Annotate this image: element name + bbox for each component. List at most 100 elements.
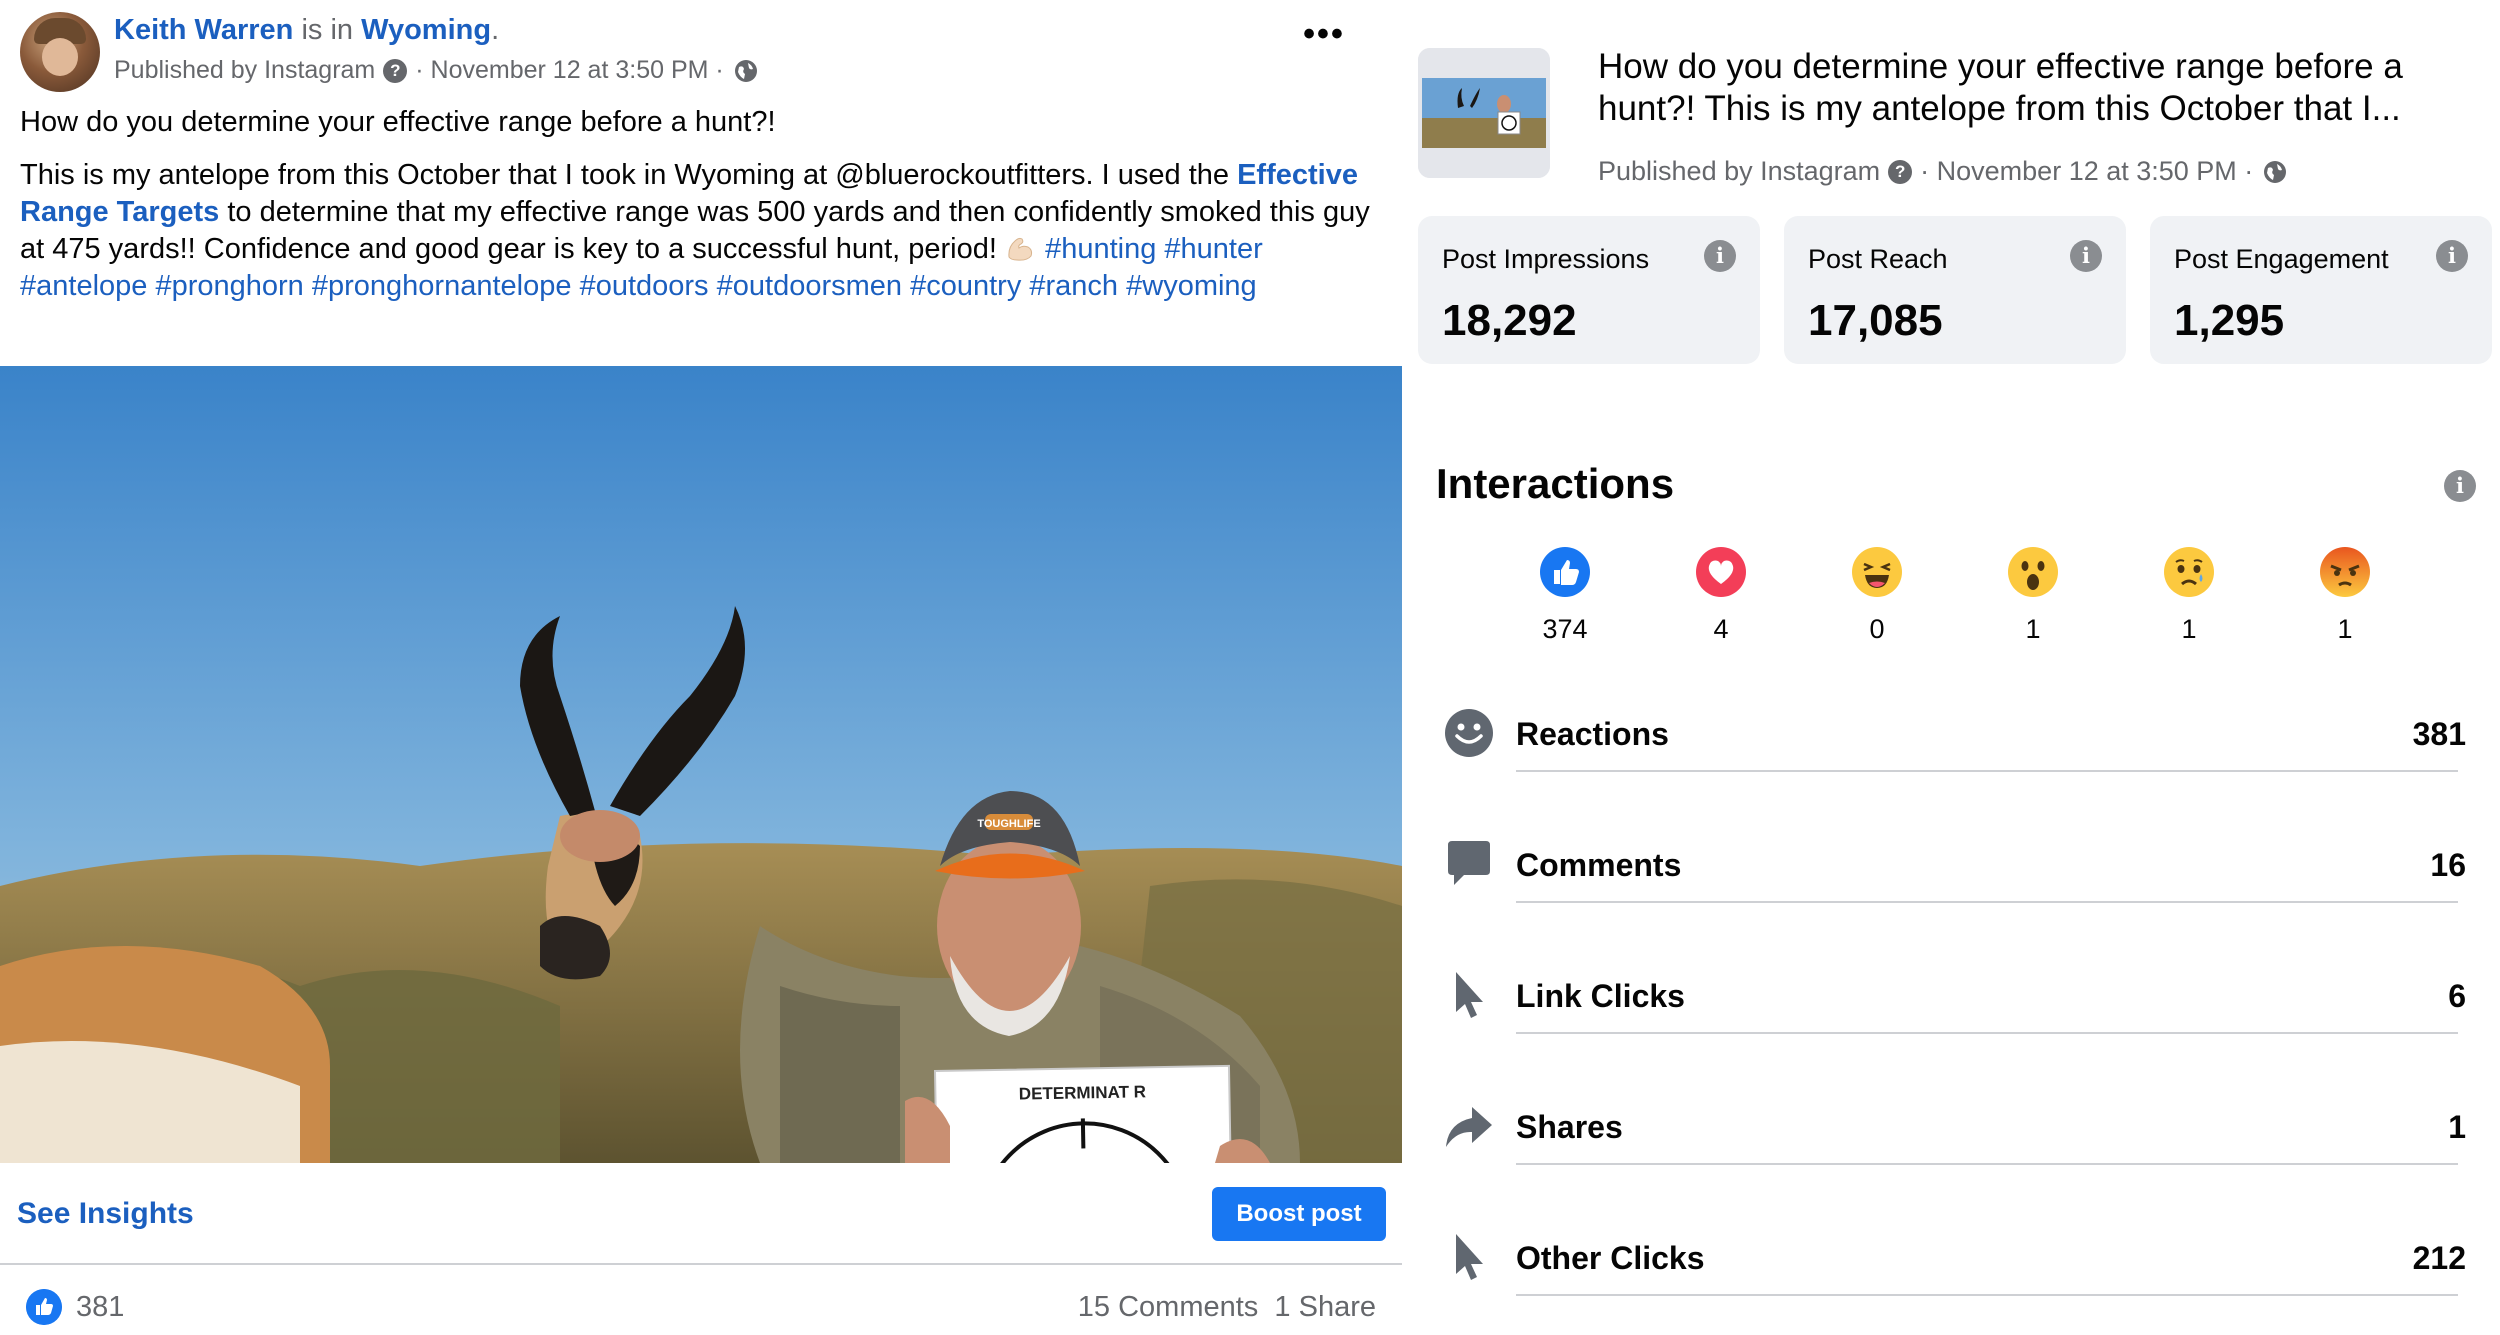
author-line: Keith Warren is in Wyoming. [114,14,499,47]
metric-row-reactions[interactable]: Reactions 381 [1402,696,2500,827]
hashtag-link[interactable]: #hunter [1164,233,1262,265]
metric-value: 16 [2430,847,2466,883]
location-suffix: . [491,14,500,46]
comment-bubble-icon [1448,841,1490,885]
metric-row-other-clicks[interactable]: Other Clicks 212 [1402,1220,2500,1335]
help-icon[interactable]: ? [383,58,408,83]
post-reach-card: Post Reach i 17,085 [1784,216,2126,364]
angry-icon [2320,547,2370,597]
share-arrow-icon [1446,1107,1492,1147]
author-name-link[interactable]: Keith Warren [114,14,293,46]
cursor-icon [1456,1234,1483,1280]
insights-post-title[interactable]: How do you determine your effective rang… [1598,46,2478,130]
stat-value: 17,085 [1808,296,1943,345]
insights-panel: How do you determine your effective rang… [1402,0,2500,1335]
published-by-label: Published by Instagram [114,56,376,84]
metric-row-comments[interactable]: Comments 16 [1402,827,2500,958]
metric-label: Link Clicks [1516,978,1685,1014]
reaction-count: 0 [1869,614,1885,644]
hashtag-link[interactable]: #antelope [20,270,147,302]
post-meta: Published by Instagram ? · November 12 a… [114,56,758,85]
sad-icon [2164,547,2214,597]
metric-value: 1 [2448,1109,2466,1145]
stat-label: Post Engagement [2174,244,2389,274]
divider [1516,1294,2458,1296]
metric-row-link-clicks[interactable]: Link Clicks 6 [1402,958,2500,1089]
body-text-1: This is my antelope from this October th… [20,159,1238,191]
post-question: How do you determine your effective rang… [20,106,776,138]
metric-label: Other Clicks [1516,1240,1705,1276]
cap-logo-text: TOUGHLIFE [977,818,1040,830]
smiley-icon [1445,709,1493,757]
post-footer: 381 15 Comments 1 Share [0,1267,1402,1335]
reaction-sad: 1 [2129,546,2249,656]
hashtag-link[interactable]: #pronghorn [155,270,303,302]
metric-value: 6 [2448,978,2466,1014]
reaction-count[interactable]: 381 [76,1291,124,1324]
hashtag-link[interactable]: #wyoming [1126,270,1257,302]
location-link[interactable]: Wyoming [361,14,491,46]
post-photo[interactable]: TOUGHLIFE DETERMINAT R [0,366,1402,1163]
like-reaction-icon[interactable] [26,1289,62,1325]
metric-row-shares[interactable]: Shares 1 [1402,1089,2500,1220]
globe-icon [734,59,757,82]
divider [1516,1032,2458,1034]
see-insights-link[interactable]: See Insights [17,1197,194,1231]
comments-shares-count[interactable]: 15 Comments 1 Share [1078,1291,1376,1324]
divider [1516,1163,2458,1165]
reaction-count: 1 [2337,614,2353,644]
info-icon[interactable]: i [2436,240,2468,272]
post-timestamp[interactable]: · November 12 at 3:50 PM · [415,56,723,85]
metric-label: Comments [1516,847,1682,883]
metric-value: 212 [2412,1240,2466,1276]
stat-value: 1,295 [2174,296,2285,345]
metric-label: Shares [1516,1109,1623,1145]
hashtag-link[interactable]: #country [910,270,1021,302]
love-icon [1696,547,1746,597]
metric-label: Reactions [1516,716,1669,752]
divider [1516,770,2458,772]
hunter-antelope-photo: TOUGHLIFE DETERMINAT R [0,366,1402,1163]
reaction-wow: 1 [1973,546,2093,656]
post-impressions-card: Post Impressions i 18,292 [1418,216,1760,364]
hashtag-link[interactable]: #hunting [1045,233,1156,265]
hashtag-link[interactable]: #ranch [1029,270,1118,302]
wow-icon [2008,547,2058,597]
reaction-love: 4 [1661,546,1781,656]
boost-post-button[interactable]: Boost post [1212,1187,1386,1241]
stat-label: Post Impressions [1442,244,1650,274]
interactions-heading: Interactions [1436,460,1675,507]
post-action-bar: See Insights Boost post [0,1163,1402,1265]
hashtag-link[interactable]: #pronghornantelope [312,270,572,302]
post-engagement-card: Post Engagement i 1,295 [2150,216,2492,364]
reaction-count: 4 [1713,614,1729,644]
insights-published-by: Published by Instagram [1598,156,1881,186]
hashtag-link[interactable]: #outdoors [580,270,709,302]
flexed-biceps-icon [1008,237,1033,261]
info-icon[interactable]: i [2444,470,2476,502]
stat-label: Post Reach [1808,244,1948,274]
more-options-icon[interactable]: ••• [1300,17,1348,60]
post-thumbnail [1418,48,1550,178]
reaction-count: 374 [1542,614,1588,644]
avatar[interactable] [20,12,100,92]
help-icon[interactable]: ? [1888,159,1913,184]
hashtag-link[interactable]: #outdoorsmen [717,270,902,302]
insights-post-meta: Published by Instagram ? · November 12 a… [1598,156,2287,187]
reaction-haha: 0 [1817,546,1937,656]
post-text: How do you determine your effective rang… [20,104,1370,321]
globe-icon [2264,160,2287,183]
target-brand-text: DETERMINAT R [1019,1082,1146,1103]
post-body: This is my antelope from this October th… [20,157,1370,305]
stat-value: 18,292 [1442,296,1577,345]
reaction-angry: 1 [2285,546,2405,656]
cursor-icon [1456,972,1483,1018]
post-panel: Keith Warren is in Wyoming. Published by… [0,0,1402,1335]
divider [1516,901,2458,903]
insights-timestamp: · November 12 at 3:50 PM · [1920,156,2254,186]
info-icon[interactable]: i [2070,240,2102,272]
location-connector: is in [293,14,362,46]
reaction-count: 1 [2181,614,2197,644]
reaction-like: 374 [1505,546,1625,656]
info-icon[interactable]: i [1704,240,1736,272]
